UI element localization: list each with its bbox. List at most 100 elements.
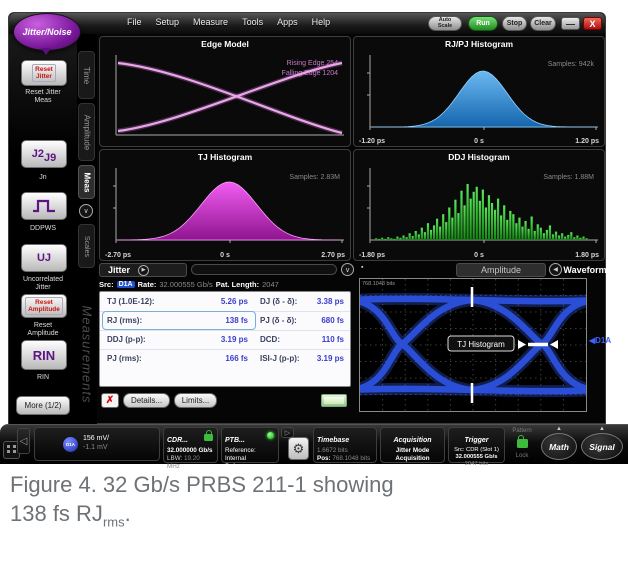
edge-model-chart	[102, 49, 350, 144]
reset-jitter-label: Reset JitterMeas	[9, 89, 77, 106]
caption-line1: Figure 4. 32 Gb/s PRBS 211-1 showing	[10, 470, 394, 499]
play-button[interactable]: ▶	[138, 265, 149, 276]
signal-control[interactable]: ▲ Signal	[581, 425, 623, 463]
chevron-down-icon: ∨	[345, 266, 350, 274]
ptb-ref-label: Reference:	[225, 447, 275, 455]
rjpj-title: RJ/PJ Histogram	[354, 39, 604, 49]
rin-button[interactable]: RIN	[21, 340, 67, 370]
signal-button[interactable]: Signal	[581, 433, 623, 460]
waveform-back-button[interactable]: ◀	[549, 263, 562, 276]
meas-name: TJ (1.0E-12):	[107, 297, 155, 306]
tj-tick-right: 2.70 ps	[321, 252, 345, 259]
rjpj-histogram-panel: RJ/PJ Histogram Samples: 942k -1.20 ps 0…	[353, 36, 605, 147]
status-bar-slot	[191, 264, 337, 275]
ddj-chart	[356, 162, 604, 246]
ddj-tick-right: 1.80 ps	[575, 252, 599, 259]
reset-amplitude-button[interactable]: ResetAmplitude	[21, 294, 67, 318]
clear-button[interactable]: Clear	[530, 16, 556, 31]
table-row[interactable]: DDJ (p-p): 3.19 ps DCD: 110 fs	[100, 330, 350, 350]
tab-amplitude[interactable]: Amplitude	[78, 103, 95, 161]
uj-button[interactable]: UJ	[21, 244, 67, 272]
limits-button[interactable]: Limits...	[174, 393, 217, 408]
tab-meas[interactable]: Meas	[78, 165, 95, 199]
rjpj-tick-right: 1.20 ps	[575, 138, 599, 145]
src-badge[interactable]: D1A	[117, 281, 135, 288]
table-row[interactable]: TJ (1.0E-12): 5.26 ps DJ (δ - δ): 3.38 p…	[100, 292, 350, 312]
channel-panel[interactable]: D1A 156 mV/ -1.1 mV	[34, 427, 160, 461]
jitter-tab-label: Jitter	[108, 265, 130, 275]
channel-scale: 156 mV/	[83, 435, 109, 444]
ptb-panel[interactable]: PTB... Reference: Internal Reference	[221, 427, 279, 463]
menu-measure[interactable]: Measure	[193, 17, 228, 27]
close-button[interactable]: X	[583, 17, 602, 30]
eye-diagram-panel: TJ Histogram	[359, 278, 587, 412]
collapse-chevron-button[interactable]: ∨	[79, 204, 93, 218]
tab-amplitude-result[interactable]: Amplitude	[456, 263, 546, 277]
ddpws-button[interactable]	[21, 192, 67, 220]
square-wave-icon	[32, 199, 56, 213]
timebase-position: 768.1048 bits	[332, 455, 370, 462]
ddj-tick-left: -1.80 ps	[359, 252, 385, 259]
menu-setup[interactable]: Setup	[156, 17, 180, 27]
meas-value: 3.19 ps	[286, 354, 344, 363]
menu-file[interactable]: File	[127, 17, 142, 27]
trigger-rate: 32.000555 Gb/s	[452, 454, 501, 461]
ddj-histogram-panel: DDJ Histogram Samples: 1.88M -1.80 ps 0 …	[353, 149, 605, 261]
menu-apps[interactable]: Apps	[277, 17, 298, 27]
acquisition-panel[interactable]: Acquisition Jitter Mode Acquisition	[380, 427, 445, 463]
auto-scale-button[interactable]: Auto Scale	[428, 16, 462, 31]
more-button[interactable]: More (1/2)	[16, 396, 70, 415]
ddj-tick-center: 0 s	[474, 252, 484, 259]
uj-label: UncorrelatedJitter	[9, 276, 77, 293]
edge-model-panel: Edge Model Rising Edge 254Falling Edge 1…	[99, 36, 351, 147]
uj-icon: UJ	[37, 252, 51, 264]
table-row[interactable]: PJ (rms): 166 fs ISI-J (p-p): 3.19 ps	[100, 349, 350, 368]
arrow-up-icon: ▲	[581, 426, 623, 432]
meas-value: 3.38 ps	[286, 297, 344, 306]
tab-waveform[interactable]: Waveform	[565, 263, 605, 277]
src-label: Src:	[99, 280, 114, 289]
tab-jitter[interactable]: Jitter ▶	[99, 263, 187, 277]
run-button[interactable]: Run	[468, 16, 498, 31]
tj-histogram-panel: TJ Histogram Samples: 2.83M -2.70 ps 0 s…	[99, 149, 351, 261]
amplitude-tab-label: Amplitude	[481, 265, 521, 275]
settings-gear-button[interactable]: ⚙	[288, 437, 309, 460]
marker-pin-icon: ▪	[361, 264, 363, 271]
expand-chevron-button[interactable]: ∨	[341, 263, 354, 276]
math-control[interactable]: ▲ Math	[541, 425, 577, 463]
channel-marker[interactable]: ◀D1A	[589, 336, 611, 345]
pattern-lock-icon	[517, 439, 528, 448]
pattern-label: Pattern	[508, 428, 536, 434]
ptb-title: PTB...	[225, 437, 245, 444]
reset-amplitude-icon: ResetAmplitude	[25, 297, 63, 315]
timebase-panel[interactable]: Timebase 1.6672 bits Pos: 768.1048 bits	[313, 427, 377, 463]
minimize-button[interactable]: —	[561, 17, 580, 30]
reset-jitter-button[interactable]: ResetJitter	[21, 60, 67, 86]
meas-value: 166 fs	[186, 354, 248, 363]
app-logo-tail	[41, 48, 51, 55]
results-table: TJ (1.0E-12): 5.26 ps DJ (δ - δ): 3.38 p…	[99, 291, 351, 387]
math-button[interactable]: Math	[541, 433, 577, 460]
tab-scales[interactable]: Scales	[78, 224, 95, 268]
jn-button[interactable]: J2 J9	[21, 140, 67, 168]
rin-label: RIN	[9, 374, 77, 382]
delete-measurement-button[interactable]: ✗	[101, 393, 119, 408]
j9-icon: J9	[44, 152, 56, 164]
acquisition-title: Acquisition	[393, 437, 431, 444]
menu-tools[interactable]: Tools	[242, 17, 263, 27]
menu-help[interactable]: Help	[312, 17, 331, 27]
ptb-status-led	[267, 432, 274, 439]
trigger-panel[interactable]: Trigger Src: CDR (Slot 1) 32.000555 Gb/s…	[448, 427, 505, 463]
arrow-up-icon: ▲	[541, 426, 577, 432]
cdr-lock-icon	[204, 434, 213, 441]
details-button[interactable]: Details...	[123, 393, 170, 408]
stop-button[interactable]: Stop	[502, 16, 527, 31]
tab-time[interactable]: Time	[78, 51, 95, 99]
app-logo: Jitter/Noise	[13, 13, 81, 51]
rate-value: 32.000555 Gb/s	[159, 280, 212, 289]
cdr-panel[interactable]: CDR... 32.000000 Gb/s LBW: 19.20 MHz	[163, 427, 218, 463]
meas-value: 5.26 ps	[186, 297, 248, 306]
timebase-scale: 1.6672 bits	[317, 447, 373, 455]
scroll-left-button[interactable]: ◁	[17, 428, 30, 454]
arrow-left-icon: ◁	[20, 436, 28, 447]
